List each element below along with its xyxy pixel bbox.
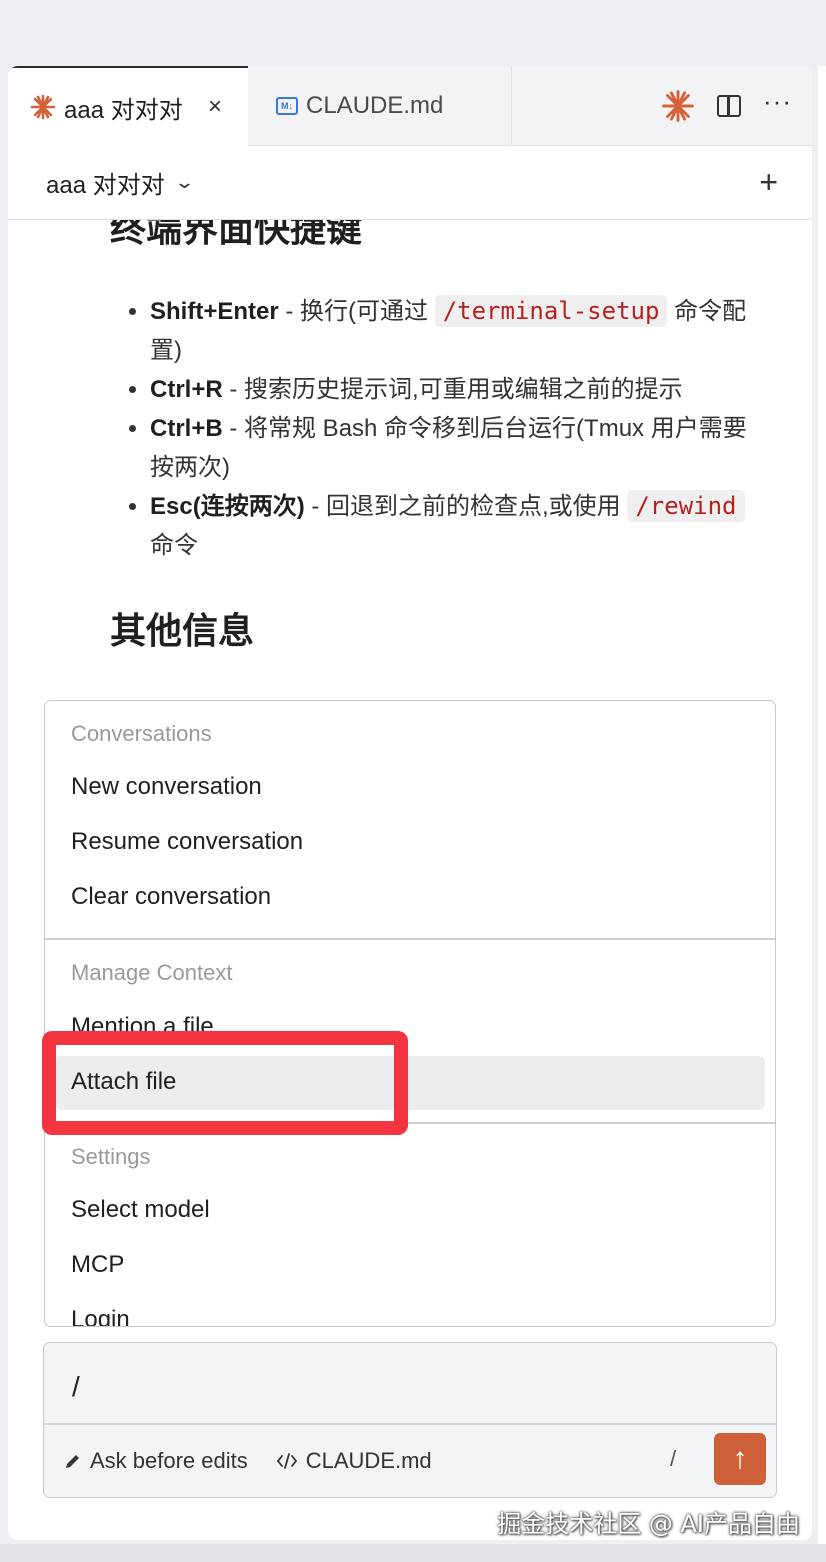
menu-item-mcp[interactable]: MCP — [71, 1251, 124, 1279]
shortcut-key: Ctrl+R — [150, 376, 223, 403]
tab-claude-md[interactable]: M↓ CLAUDE.md — [248, 66, 512, 146]
list-item: Ctrl+R - 搜索历史提示词,可重用或编辑之前的提示 — [150, 370, 764, 409]
claude-spark-icon[interactable] — [661, 89, 695, 123]
context-file-chip[interactable]: CLAUDE.md — [276, 1448, 432, 1474]
menu-item-select-model[interactable]: Select model — [71, 1196, 210, 1224]
prompt-input-box: / Ask before edits CLAUDE.md / ↑ — [43, 1342, 777, 1498]
session-header: aaa 对对对 ⌄ + — [8, 146, 812, 220]
claude-panel: aaa 对对对 × M↓ CLAUDE.md ··· aaa 对对对 ⌄ + 终… — [8, 66, 812, 1540]
item-text: - 搜索历史提示词,可重用或编辑之前的提示 — [222, 376, 683, 403]
menu-group-title: Manage Context — [71, 960, 233, 985]
item-text: - 换行(可通过 — [278, 298, 435, 325]
shortcut-key: Ctrl+B — [150, 415, 223, 442]
item-text: 命令 — [150, 532, 198, 559]
claude-spark-icon — [30, 94, 56, 120]
tab-label: CLAUDE.md — [306, 92, 444, 119]
section-heading: 其他信息 — [110, 610, 255, 651]
code-icon — [276, 1453, 297, 1469]
session-selector[interactable]: aaa 对对对 ⌄ — [46, 165, 195, 200]
menu-item-new-conversation[interactable]: New conversation — [71, 773, 262, 801]
list-item: Ctrl+B - 将常规 Bash 命令移到后台运行(Tmux 用户需要按两次) — [150, 409, 764, 487]
menu-group-title: Settings — [71, 1144, 151, 1169]
context-file-label: CLAUDE.md — [305, 1448, 432, 1473]
item-text: - 回退到之前的检查点,或使用 — [304, 493, 628, 520]
tab-actions: ··· — [661, 66, 792, 146]
new-session-button[interactable]: + — [759, 164, 778, 201]
highlight-annotation — [42, 1031, 408, 1135]
section-heading: 终端界面快捷键 — [110, 220, 363, 249]
list-item: Esc(连按两次) - 回退到之前的检查点,或使用 /rewind 命令 — [150, 487, 764, 565]
arrow-up-icon: ↑ — [732, 1442, 748, 1475]
item-text: - 将常规 Bash 命令移到后台运行(Tmux 用户需要按两次) — [150, 415, 747, 481]
markdown-file-icon: M↓ — [276, 97, 298, 115]
tab-conversation[interactable]: aaa 对对对 × — [8, 66, 248, 146]
background-panel — [818, 66, 826, 1546]
send-button[interactable]: ↑ — [714, 1433, 766, 1485]
menu-divider — [45, 938, 775, 940]
more-icon[interactable]: ··· — [763, 88, 792, 114]
session-title: aaa 对对对 — [46, 172, 165, 199]
input-footer: Ask before edits CLAUDE.md / ↑ — [44, 1425, 776, 1497]
mode-label: Ask before edits — [90, 1448, 248, 1473]
watermark: 掘金技术社区 @ AI产品自由 — [497, 1510, 800, 1538]
prompt-input[interactable]: / — [72, 1371, 80, 1403]
menu-item-login[interactable]: Login — [71, 1306, 130, 1326]
inline-code: /rewind — [627, 490, 745, 522]
bottom-bar — [0, 1544, 826, 1562]
split-editor-icon[interactable] — [717, 95, 742, 117]
slash-command-button[interactable]: / — [670, 1446, 676, 1472]
shortcut-list: Shift+Enter - 换行(可通过 /terminal-setup 命令配… — [124, 292, 764, 565]
shortcut-key: Esc(连按两次) — [150, 493, 305, 520]
slash-command-menu: Conversations New conversation Resume co… — [44, 700, 776, 1327]
close-icon[interactable]: × — [208, 93, 222, 121]
list-item: Shift+Enter - 换行(可通过 /terminal-setup 命令配… — [150, 292, 764, 370]
menu-item-resume-conversation[interactable]: Resume conversation — [71, 828, 303, 856]
tab-label: aaa 对对对 — [64, 96, 183, 124]
chevron-down-icon: ⌄ — [173, 172, 195, 192]
shortcut-key: Shift+Enter — [150, 298, 279, 325]
menu-item-clear-conversation[interactable]: Clear conversation — [71, 883, 271, 911]
mode-selector[interactable]: Ask before edits — [64, 1448, 248, 1474]
menu-group-title: Conversations — [71, 721, 212, 746]
pencil-icon — [66, 1455, 79, 1468]
tab-bar: aaa 对对对 × M↓ CLAUDE.md ··· — [8, 66, 812, 146]
inline-code: /terminal-setup — [434, 295, 668, 327]
